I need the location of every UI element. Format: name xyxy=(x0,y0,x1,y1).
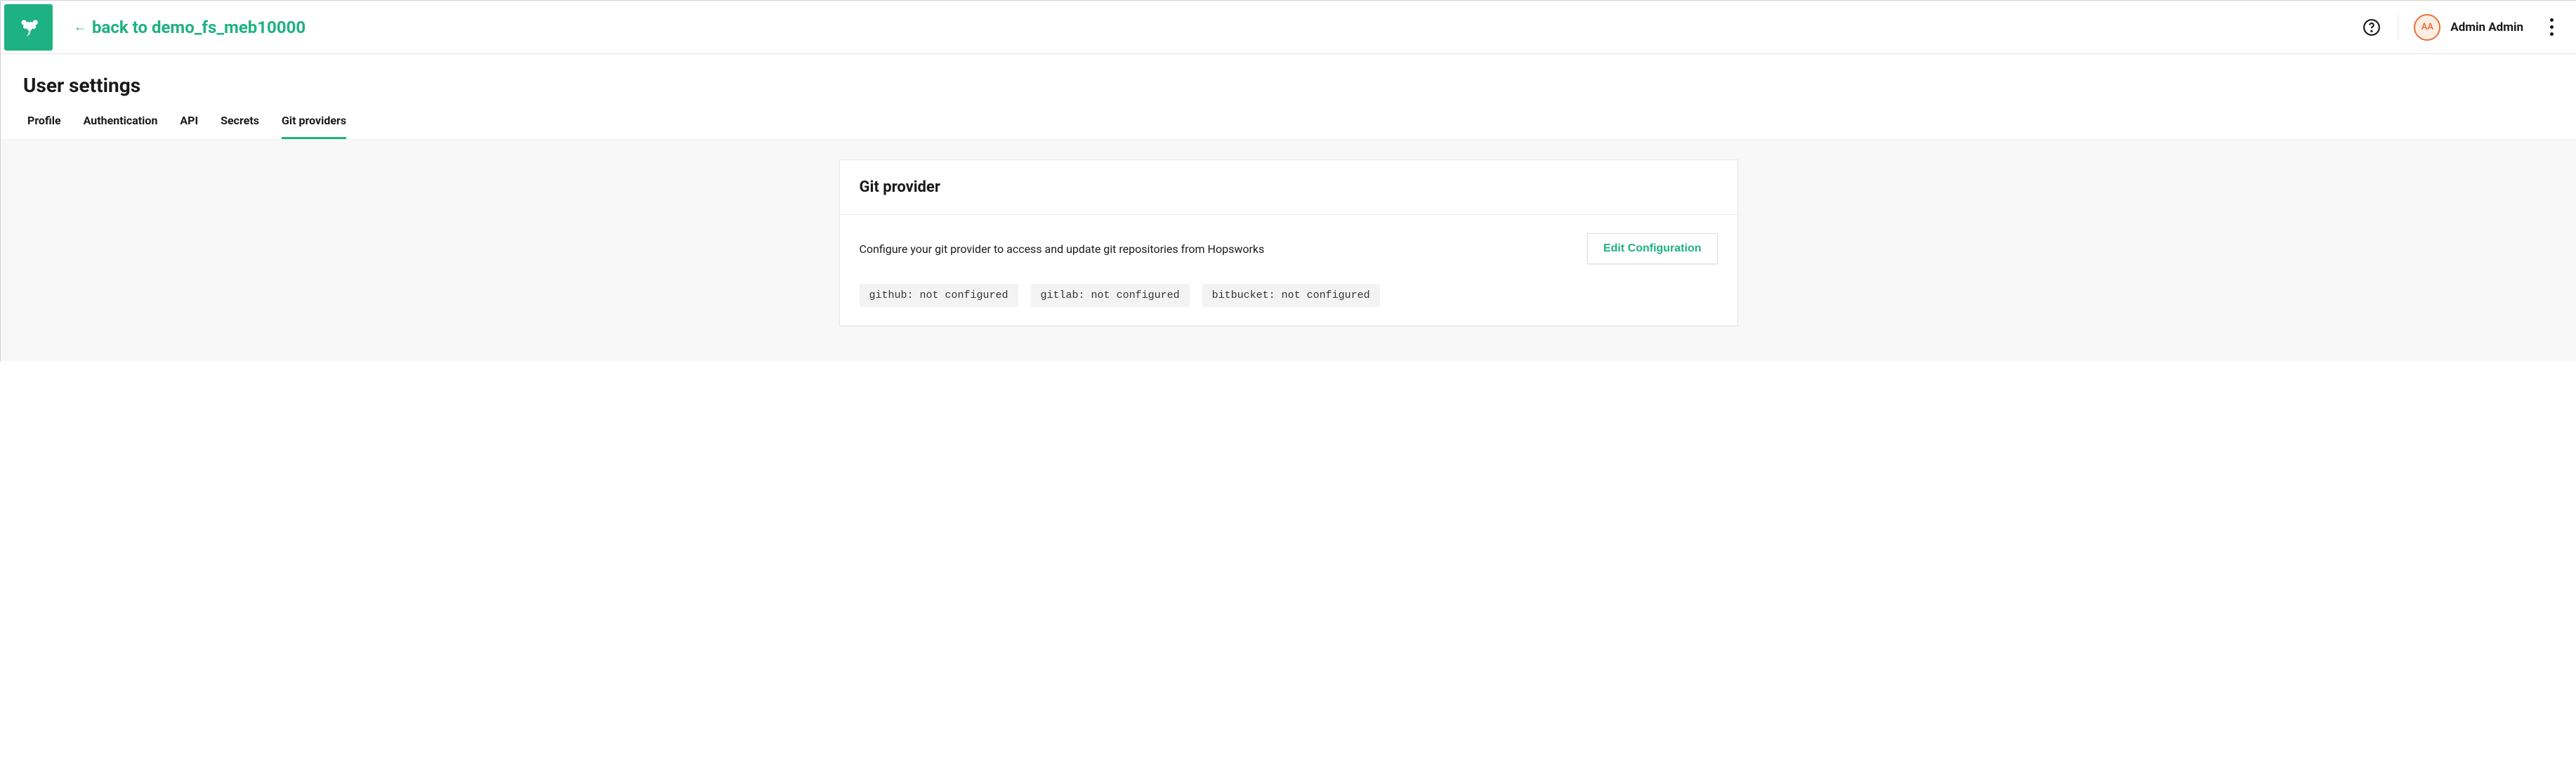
dot-icon xyxy=(2550,32,2554,36)
app-logo[interactable] xyxy=(4,4,53,51)
tabs: Profile Authentication API Secrets Git p… xyxy=(1,97,2576,140)
avatar-initials: AA xyxy=(2421,22,2433,32)
tab-secrets[interactable]: Secrets xyxy=(221,114,259,139)
dot-icon xyxy=(2550,25,2554,29)
tab-authentication[interactable]: Authentication xyxy=(84,114,158,139)
header-bar: ← back to demo_fs_meb10000 AA Admin Admi… xyxy=(1,1,2576,54)
status-chips: github: not configured gitlab: not confi… xyxy=(860,284,1718,307)
card-header: Git provider xyxy=(840,160,1737,215)
github-status-chip: github: not configured xyxy=(860,284,1018,307)
bitbucket-status-chip: bitbucket: not configured xyxy=(1202,284,1380,307)
tab-api[interactable]: API xyxy=(180,114,198,139)
back-link[interactable]: ← back to demo_fs_meb10000 xyxy=(74,18,305,37)
help-button[interactable] xyxy=(2361,17,2382,38)
back-link-label: back to demo_fs_meb10000 xyxy=(92,18,305,37)
help-icon xyxy=(2363,18,2381,37)
config-description: Configure your git provider to access an… xyxy=(860,242,1265,256)
menu-button[interactable] xyxy=(2544,13,2559,41)
arrow-left-icon: ← xyxy=(74,20,86,34)
tab-git-providers[interactable]: Git providers xyxy=(282,114,346,139)
edit-configuration-button[interactable]: Edit Configuration xyxy=(1587,233,1718,264)
user-name: Admin Admin xyxy=(2450,20,2523,34)
git-provider-card: Git provider Configure your git provider… xyxy=(839,159,1738,326)
config-row: Configure your git provider to access an… xyxy=(860,233,1718,264)
tab-profile[interactable]: Profile xyxy=(27,114,61,139)
card-body: Configure your git provider to access an… xyxy=(840,215,1737,325)
content-area: Git provider Configure your git provider… xyxy=(1,140,2576,361)
hop-icon xyxy=(19,18,39,37)
page-title: User settings xyxy=(1,54,2576,97)
dot-icon xyxy=(2550,18,2554,22)
gitlab-status-chip: gitlab: not configured xyxy=(1031,284,1190,307)
avatar[interactable]: AA xyxy=(2414,14,2440,41)
card-title: Git provider xyxy=(860,178,1718,196)
